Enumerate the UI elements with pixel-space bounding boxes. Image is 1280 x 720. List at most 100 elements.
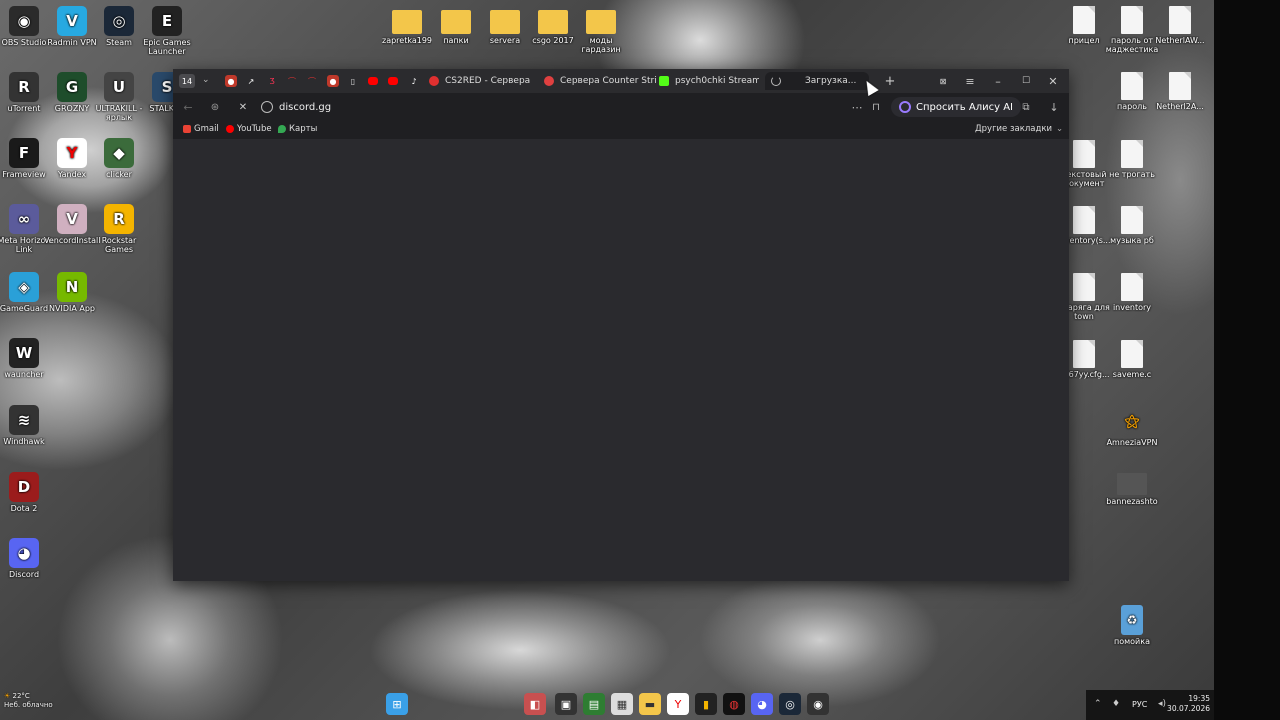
app-icon: R [104, 204, 134, 234]
other-bookmarks[interactable]: Другие закладки ⌄ [975, 124, 1063, 134]
task-view-icon[interactable]: ▣ [555, 693, 577, 715]
desktop-icon-label: NetherlAW... [1155, 36, 1205, 45]
text-file-icon [1121, 340, 1143, 368]
pinned-tab-icon[interactable]: ⌒ [286, 75, 298, 87]
desktop-file[interactable]: inventory [1104, 273, 1160, 312]
desktop-icon-label: Epic Games Launcher [143, 38, 191, 56]
desktop-folder[interactable]: csgo 2017 [528, 6, 578, 45]
microphone-icon[interactable]: ♦ [1112, 699, 1120, 709]
show-hidden-icons[interactable]: ⌃ [1094, 699, 1102, 709]
youtube-icon [226, 125, 234, 133]
chevron-down-icon[interactable]: ⌄ [202, 75, 210, 85]
stop-loading-button[interactable]: ✕ [236, 100, 250, 114]
tab-favicon-icon [429, 76, 439, 86]
desktop-file[interactable]: не трогать [1104, 140, 1160, 179]
desktop-file[interactable]: музыка рб [1104, 206, 1160, 245]
bookmark-maps[interactable]: Карты [278, 124, 317, 134]
pinned-tab-icon[interactable]: Ʒ [266, 75, 278, 87]
folder-icon [586, 10, 616, 34]
desktop-icon[interactable]: Wwauncher [0, 338, 52, 379]
menu-icon[interactable]: ≡ [962, 73, 978, 89]
desktop-icon[interactable]: ◆ clicker [91, 138, 147, 179]
desktop-folder[interactable]: servera [480, 6, 530, 45]
desktop-icon-label: Windhawk [3, 437, 45, 446]
clock[interactable]: 19:35 30.07.2026 [1167, 694, 1210, 714]
yandex-browser-icon[interactable]: Y [667, 693, 689, 715]
kick-icon [659, 76, 669, 86]
taskbar [0, 690, 1214, 720]
desktop-icon[interactable]: R Rockstar Games [91, 204, 147, 254]
tab-cs2red[interactable]: CS2RED - Сервера [429, 72, 539, 90]
taskbar-app-icon[interactable]: ◍ [723, 693, 745, 715]
start-button[interactable]: ⊞ [386, 693, 408, 715]
tiktok-icon[interactable]: ♪ [408, 75, 420, 87]
document-icon[interactable]: ▯ [347, 75, 359, 87]
text-file-icon [1121, 72, 1143, 100]
text-file-icon [1073, 6, 1095, 34]
desktop-icon-label: помойка [1114, 637, 1150, 646]
minimize-button[interactable]: – [990, 73, 1006, 89]
bookmark-youtube[interactable]: YouTube [226, 124, 272, 134]
tab-loading-active[interactable]: Загрузка... ✕ [765, 72, 869, 90]
taskbar-app-icon[interactable]: ▮ [695, 693, 717, 715]
tab-servers-counter-strike[interactable]: Сервера Counter Strik [544, 72, 656, 90]
text-file-icon [1121, 273, 1143, 301]
desktop-file[interactable]: ⚝ AmneziaVPN [1104, 406, 1160, 447]
extension-icon[interactable]: ⊠ [935, 73, 951, 89]
language-indicator[interactable]: РУС [1132, 700, 1147, 709]
taskbar-app-icon[interactable]: ◉ [807, 693, 829, 715]
desktop-icon-label: музыка рб [1110, 236, 1154, 245]
youtube-icon[interactable] [368, 77, 378, 85]
yandex-protect-icon[interactable]: ⊛ [208, 100, 222, 114]
bookmark-icon[interactable]: ⊓ [869, 100, 883, 114]
speaker-icon[interactable]: ◂) [1158, 699, 1166, 709]
desktop-file[interactable]: NetherlAW... [1152, 6, 1208, 45]
desktop-icon[interactable]: D Dota 2 [0, 472, 52, 513]
desktop-icon-label: clicker [106, 170, 132, 179]
pinned-tab-icon[interactable]: ↗ [245, 75, 257, 87]
file-explorer-icon[interactable]: ▬ [639, 693, 661, 715]
bookmark-gmail[interactable]: Gmail [183, 124, 219, 134]
taskbar-app-icon[interactable]: ◧ [524, 693, 546, 715]
tab-counter[interactable]: 14 [179, 74, 195, 88]
ask-alice-button[interactable]: Спросить Алису AI [891, 97, 1021, 117]
desktop-icon[interactable]: ≋ Windhawk [0, 405, 52, 446]
app-icon: ∞ [9, 204, 39, 234]
desktop-file[interactable]: ♻ помойка [1104, 605, 1160, 646]
youtube-icon[interactable] [388, 77, 398, 85]
desktop-icon-label: NVIDIA App [49, 304, 95, 313]
download-icon[interactable]: ↓ [1047, 100, 1061, 114]
tab-kick-stream[interactable]: psych0chki Stream - W [659, 72, 759, 90]
steam-icon[interactable]: ◎ [779, 693, 801, 715]
app-icon: F [9, 138, 39, 168]
app-icon: W [9, 338, 39, 368]
desktop-folder[interactable]: папки [431, 6, 481, 45]
app-icon: U [104, 72, 134, 102]
desktop-file[interactable]: Netherl2A... [1152, 72, 1208, 111]
desktop-file[interactable]: saveme.c [1104, 340, 1160, 379]
folder-icon [441, 10, 471, 34]
maximize-button[interactable]: ☐ [1018, 73, 1034, 89]
address-bar[interactable]: discord.gg [261, 96, 901, 118]
back-button[interactable]: ← [181, 100, 195, 114]
desktop-icon[interactable]: ◕ Discord [0, 538, 52, 579]
pinned-tab-icon[interactable]: ● [225, 75, 237, 87]
desktop-icon[interactable]: E Epic Games Launcher [139, 6, 195, 56]
page-content-loading[interactable] [173, 139, 1069, 581]
pinned-tab-icon[interactable]: ● [327, 75, 339, 87]
discord-icon[interactable]: ◕ [751, 693, 773, 715]
notepad-icon[interactable]: ▦ [611, 693, 633, 715]
pinned-tab-icon[interactable]: ⌒ [306, 75, 318, 87]
desktop-folder[interactable]: zapretka199 [382, 6, 432, 45]
new-tab-button[interactable]: + [882, 73, 898, 89]
more-icon[interactable]: ⋯ [850, 100, 864, 114]
desktop-icon-label: servera [489, 36, 521, 45]
desktop-folder[interactable]: моды гардазин [576, 6, 626, 54]
weather-widget[interactable]: ☀ 22°C Неб. облачно [4, 692, 53, 710]
image-file-icon [1117, 473, 1147, 495]
close-window-button[interactable]: ✕ [1045, 73, 1061, 89]
desktop-file[interactable]: bannezashto [1104, 473, 1160, 506]
desktop-icon[interactable]: N NVIDIA App [44, 272, 100, 313]
collections-icon[interactable]: ⧉ [1019, 100, 1033, 114]
terminal-icon[interactable]: ▤ [583, 693, 605, 715]
